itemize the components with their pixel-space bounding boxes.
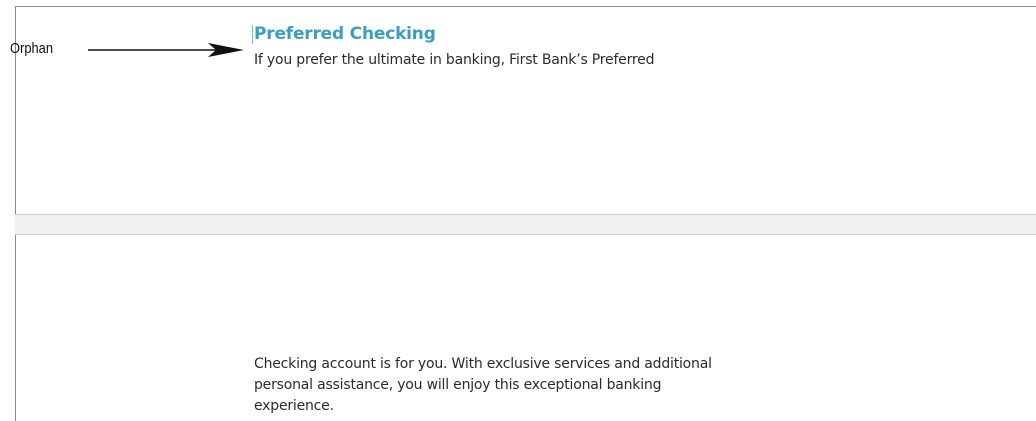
orphan-line[interactable]: If you prefer the ultimate in banking, F… [254,52,654,68]
page-break-gap [15,214,1036,235]
text-cursor [252,25,253,44]
page-top [15,6,1036,214]
callout-arrow-icon [88,43,244,57]
continued-paragraph[interactable]: Checking account is for you. With exclus… [254,354,712,417]
paragraph-line: personal assistance, you will enjoy this… [254,377,662,393]
section-heading[interactable]: Preferred Checking [254,24,436,44]
paragraph-line: experience. [254,398,334,414]
paragraph-line: Checking account is for you. With exclus… [254,356,712,372]
orphan-callout-label: Orphan [10,40,54,57]
document-view: Preferred Checking If you prefer the ult… [0,0,1036,421]
